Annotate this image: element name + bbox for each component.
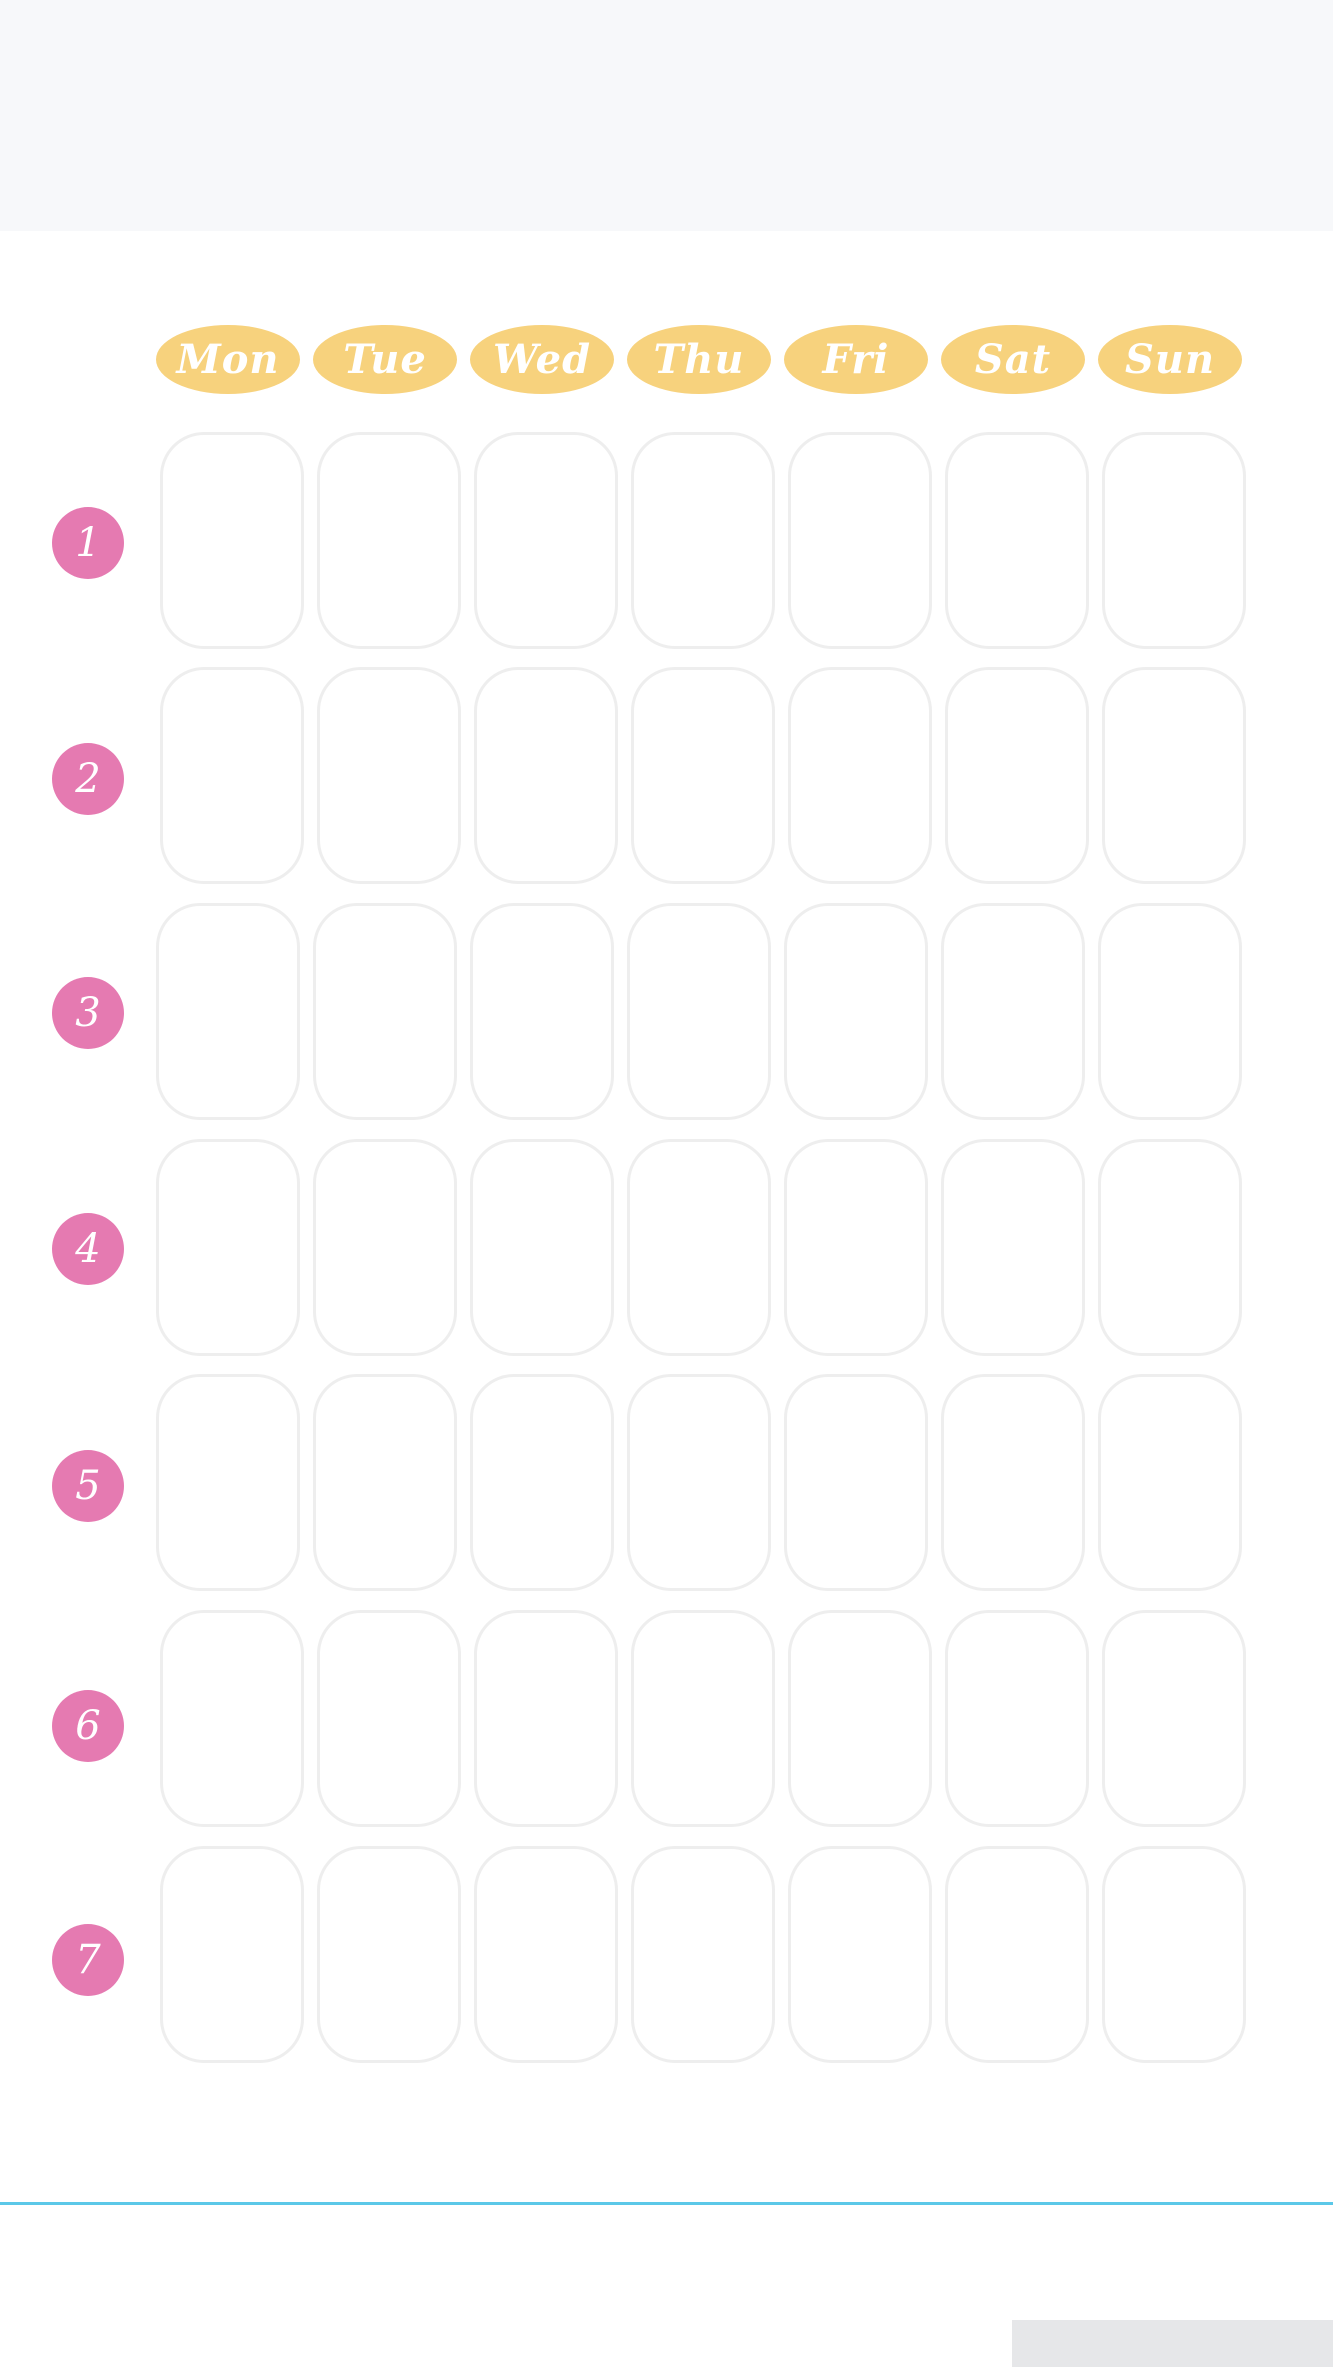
day-cell-week1-thu[interactable]	[631, 432, 775, 649]
day-cell-week1-wed[interactable]	[474, 432, 618, 649]
day-header-sun: Sun	[1098, 325, 1242, 394]
week-number-badge: 4	[52, 1213, 124, 1285]
day-cell-week2-tue[interactable]	[317, 667, 461, 884]
day-cell-week4-tue[interactable]	[313, 1139, 457, 1356]
day-cell-week5-tue[interactable]	[313, 1374, 457, 1591]
day-cell-week6-wed[interactable]	[474, 1610, 618, 1827]
day-header-tue: Tue	[313, 325, 457, 394]
day-cell-week3-mon[interactable]	[156, 903, 300, 1120]
day-cell-week3-tue[interactable]	[313, 903, 457, 1120]
day-cell-week2-sun[interactable]	[1102, 667, 1246, 884]
day-cell-week5-sun[interactable]	[1098, 1374, 1242, 1591]
day-cell-week1-mon[interactable]	[160, 432, 304, 649]
day-cell-week7-mon[interactable]	[160, 1846, 304, 2063]
footer-block	[1012, 2320, 1333, 2367]
day-cell-week2-wed[interactable]	[474, 667, 618, 884]
day-cell-week5-sat[interactable]	[941, 1374, 1085, 1591]
day-cell-week4-sat[interactable]	[941, 1139, 1085, 1356]
day-header-sat: Sat	[941, 325, 1085, 394]
day-header-mon: Mon	[156, 325, 300, 394]
day-cell-week5-fri[interactable]	[784, 1374, 928, 1591]
day-cell-week2-mon[interactable]	[160, 667, 304, 884]
day-cell-week3-sun[interactable]	[1098, 903, 1242, 1120]
day-header-wed: Wed	[470, 325, 614, 394]
week-number-badge: 2	[52, 743, 124, 815]
day-cell-week3-fri[interactable]	[784, 903, 928, 1120]
day-cell-week6-sun[interactable]	[1102, 1610, 1246, 1827]
day-cell-week2-fri[interactable]	[788, 667, 932, 884]
week-number-badge: 6	[52, 1690, 124, 1762]
day-cell-week6-tue[interactable]	[317, 1610, 461, 1827]
day-cell-week4-wed[interactable]	[470, 1139, 614, 1356]
day-cell-week5-mon[interactable]	[156, 1374, 300, 1591]
day-cell-week1-sun[interactable]	[1102, 432, 1246, 649]
day-cell-week3-thu[interactable]	[627, 903, 771, 1120]
week-number-badge: 5	[52, 1450, 124, 1522]
day-cell-week4-thu[interactable]	[627, 1139, 771, 1356]
day-cell-week7-thu[interactable]	[631, 1846, 775, 2063]
day-cell-week6-mon[interactable]	[160, 1610, 304, 1827]
day-cell-week6-fri[interactable]	[788, 1610, 932, 1827]
day-cell-week4-mon[interactable]	[156, 1139, 300, 1356]
day-cell-week1-tue[interactable]	[317, 432, 461, 649]
day-header-thu: Thu	[627, 325, 771, 394]
week-number-badge: 7	[52, 1924, 124, 1996]
day-cell-week6-thu[interactable]	[631, 1610, 775, 1827]
day-cell-week4-fri[interactable]	[784, 1139, 928, 1356]
week-number-badge: 1	[52, 507, 124, 579]
day-cell-week2-thu[interactable]	[631, 667, 775, 884]
day-cell-week7-sat[interactable]	[945, 1846, 1089, 2063]
day-header-fri: Fri	[784, 325, 928, 394]
day-cell-week2-sat[interactable]	[945, 667, 1089, 884]
header-band	[0, 0, 1333, 231]
day-cell-week5-thu[interactable]	[627, 1374, 771, 1591]
day-cell-week3-sat[interactable]	[941, 903, 1085, 1120]
day-cell-week7-fri[interactable]	[788, 1846, 932, 2063]
day-cell-week3-wed[interactable]	[470, 903, 614, 1120]
day-cell-week1-sat[interactable]	[945, 432, 1089, 649]
day-cell-week1-fri[interactable]	[788, 432, 932, 649]
day-cell-week4-sun[interactable]	[1098, 1139, 1242, 1356]
day-cell-week5-wed[interactable]	[470, 1374, 614, 1591]
day-cell-week6-sat[interactable]	[945, 1610, 1089, 1827]
day-cell-week7-sun[interactable]	[1102, 1846, 1246, 2063]
day-cell-week7-tue[interactable]	[317, 1846, 461, 2063]
week-number-badge: 3	[52, 977, 124, 1049]
day-cell-week7-wed[interactable]	[474, 1846, 618, 2063]
footer-divider	[0, 2202, 1333, 2205]
